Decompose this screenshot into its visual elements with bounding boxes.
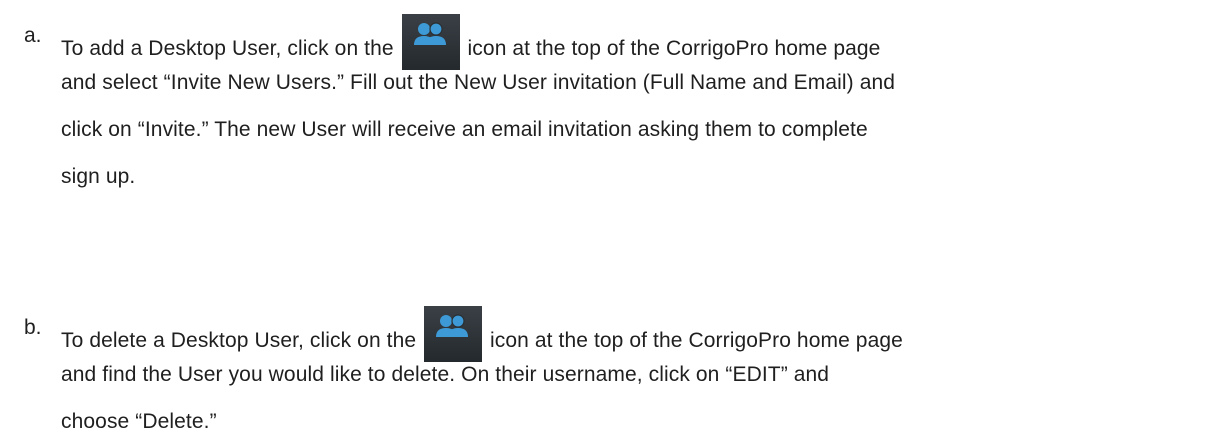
text-line: sign up. xyxy=(61,165,136,188)
text-before-icon: To add a Desktop User, click on the xyxy=(61,37,394,60)
list-item-text: To delete a Desktop User, click on the i… xyxy=(61,304,1181,445)
text-line: choose “Delete.” xyxy=(61,410,217,433)
text-after-icon: icon at the top of the CorrigoPro home p… xyxy=(490,329,903,352)
text-after-icon: icon at the top of the CorrigoPro home p… xyxy=(467,37,881,60)
text-before-icon: To delete a Desktop User, click on the xyxy=(61,329,417,352)
users-icon xyxy=(401,14,460,70)
list-marker: b. xyxy=(24,316,42,339)
text-line: To add a Desktop User, click on the icon… xyxy=(61,12,1181,70)
text-line: To delete a Desktop User, click on the i… xyxy=(61,304,1181,362)
text-line: and find the User you would like to dele… xyxy=(61,363,830,386)
list-item-text: To add a Desktop User, click on the icon… xyxy=(61,12,1181,200)
text-line: click on “Invite.” The new User will rec… xyxy=(61,118,868,141)
text-line: and select “Invite New Users.” Fill out … xyxy=(61,71,896,94)
list-marker: a. xyxy=(24,24,42,47)
users-icon xyxy=(424,306,483,362)
instruction-document: a. To add a Desktop User, click on the i… xyxy=(0,0,1207,447)
